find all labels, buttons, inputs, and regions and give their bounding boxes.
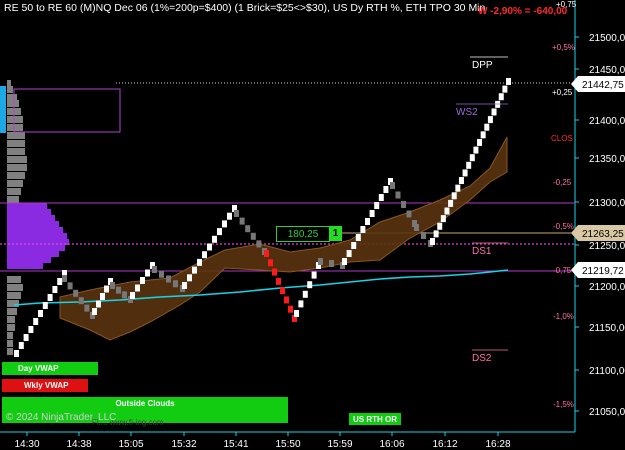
svg-text:21442,75: 21442,75 (582, 80, 624, 91)
price-tick-label: 21350,00 (589, 154, 625, 165)
time-tick-label: 16:28 (485, 439, 510, 450)
brick-count-badge: 1 (329, 226, 342, 241)
chart-title: RE 50 to RE 60 (M)NQ Dec 06 (1%=200p=$40… (4, 2, 486, 14)
ds1-label: DS1 (472, 246, 492, 257)
price-tick-label: 21300,00 (589, 198, 625, 209)
brick-value-box: 180,25 (276, 226, 330, 242)
us-rth-or-tag[interactable]: US RTH OR (349, 413, 401, 425)
price-tick-label: 21050,00 (589, 407, 625, 418)
ds2-label: DS2 (472, 353, 492, 364)
price-tick-label: 21400,00 (589, 116, 625, 127)
price-tick-label: 21200,00 (589, 282, 625, 293)
ws2-label: WS2 (456, 107, 478, 118)
percent-label: -0,25 (553, 178, 572, 187)
level-2-flag: 21219,72 (571, 262, 625, 278)
time-tick-label: 16:06 (379, 439, 404, 450)
percent-label: -1,5% (553, 400, 574, 409)
volume-profile (0, 80, 69, 355)
day-vwap-tag[interactable]: Day VWAP (2, 362, 98, 375)
level-1-flag: 21263,25 (571, 225, 625, 241)
time-tick-label: 14:38 (66, 439, 91, 450)
percent-labels: +0,75+0,5%+0,25CLOS-0,25-0,5%-0,75-1,0%-… (551, 0, 577, 409)
percent-label: -1,0% (553, 312, 574, 321)
price-chart[interactable]: 21500,00 21450,00 21400,00 21350,00 21300,00… (0, 0, 625, 450)
price-tick-label: 21100,00 (589, 366, 625, 377)
price-tick-label: 21250,00 (589, 241, 625, 252)
time-tick-label: 15:32 (171, 439, 196, 450)
time-axis: 14:30 14:38 15:05 15:32 15:41 15:50 15:59 16:06… (14, 432, 511, 450)
price-tick-label: 21500,00 (589, 33, 625, 44)
price-tick-label: 21150,00 (589, 323, 625, 334)
svg-text:21263,25: 21263,25 (582, 229, 624, 240)
time-tick-label: 15:05 (118, 439, 143, 450)
svg-text:21219,72: 21219,72 (582, 266, 624, 277)
percent-label: -0,5% (553, 222, 574, 231)
time-tick-label: 14:30 (14, 439, 39, 450)
pnl-readout: W -2,90% = -640,00 (478, 6, 568, 17)
wkly-vwap-tag[interactable]: Wkly VWAP (2, 379, 88, 392)
percent-label: -0,75 (553, 266, 572, 275)
last-price-flag: 21442,75 (571, 76, 625, 92)
watermark-text: Fi.... www.fi-ing.com (92, 418, 164, 427)
percent-label: CLOS (551, 134, 573, 143)
percent-label: +0,5% (552, 43, 575, 52)
tpo-range-box (13, 88, 121, 133)
time-tick-label: 16:12 (432, 439, 457, 450)
percent-label: +0,25 (552, 88, 573, 97)
time-tick-label: 15:50 (275, 439, 300, 450)
price-tick-label: 21450,00 (589, 65, 625, 76)
time-tick-label: 15:59 (327, 439, 352, 450)
time-tick-label: 15:41 (223, 439, 248, 450)
level-labels: DPP WS2 DS1 DS2 (456, 56, 508, 364)
dpp-label: DPP (472, 60, 493, 71)
